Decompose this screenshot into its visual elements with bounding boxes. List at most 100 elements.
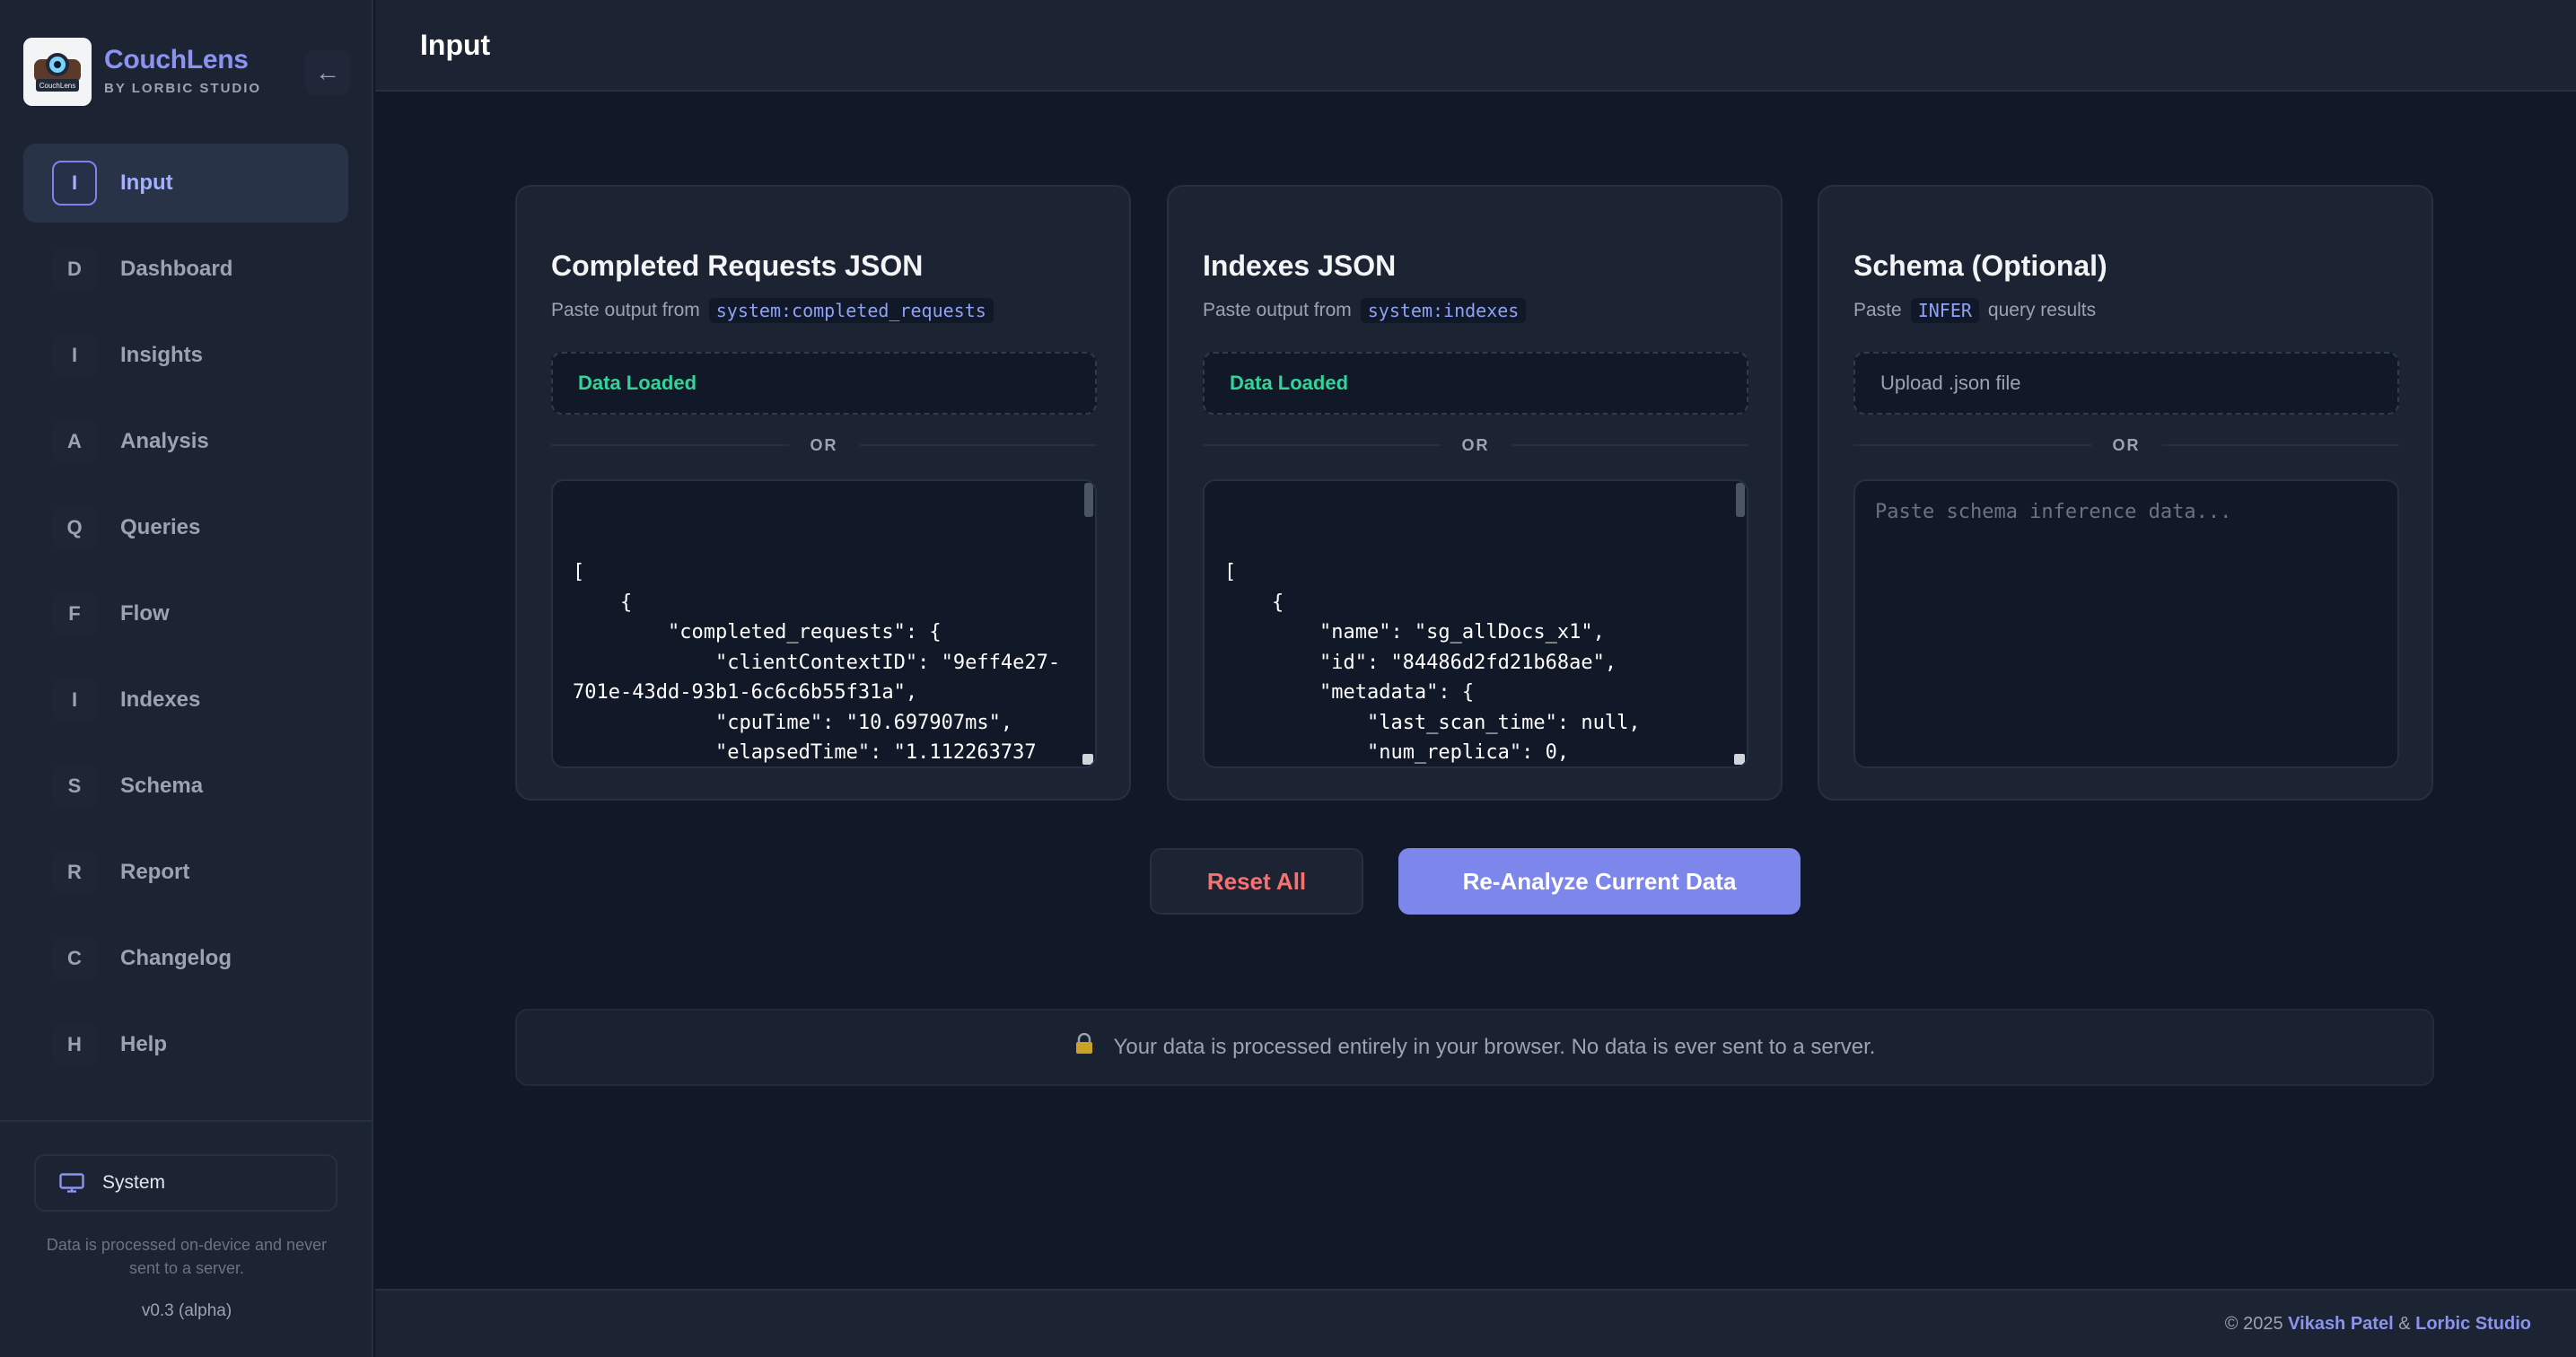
sidebar: CouchLens CouchLens BY LORBIC STUDIO ← I… bbox=[0, 0, 373, 1357]
app-name: CouchLens bbox=[104, 45, 249, 74]
divider-line bbox=[1853, 444, 2091, 446]
sidebar-item-dashboard[interactable]: D Dashboard bbox=[23, 230, 348, 309]
sidebar-item-label: Input bbox=[120, 171, 173, 195]
copyright-text: © 2025 bbox=[2224, 1314, 2283, 1334]
sidebar-item-badge: D bbox=[52, 247, 97, 292]
privacy-banner: Your data is processed entirely in your … bbox=[515, 1009, 2434, 1086]
source-code-chip: system:indexes bbox=[1360, 298, 1527, 323]
theme-label: System bbox=[102, 1172, 166, 1193]
studio-link[interactable]: Lorbic Studio bbox=[2415, 1314, 2531, 1334]
sidebar-item-insights[interactable]: I Insights bbox=[23, 316, 348, 395]
scrollbar-thumb[interactable] bbox=[1084, 483, 1093, 517]
collapse-sidebar-button[interactable]: ← bbox=[305, 50, 350, 95]
completed-requests-card: Completed Requests JSON Paste output fro… bbox=[515, 185, 1131, 801]
sidebar-item-queries[interactable]: Q Queries bbox=[23, 488, 348, 567]
sidebar-item-badge: A bbox=[52, 419, 97, 464]
arrow-left-icon: ← bbox=[315, 58, 340, 86]
sidebar-item-label: Help bbox=[120, 1032, 168, 1056]
author-link[interactable]: Vikash Patel bbox=[2288, 1314, 2393, 1334]
sidebar-item-label: Report bbox=[120, 860, 190, 884]
sidebar-item-label: Dashboard bbox=[120, 257, 233, 281]
lock-icon bbox=[1075, 1033, 1092, 1054]
sidebar-item-changelog[interactable]: C Changelog bbox=[23, 919, 348, 998]
sidebar-item-help[interactable]: H Help bbox=[23, 1005, 348, 1084]
resize-handle[interactable] bbox=[1082, 754, 1093, 765]
top-bar: Input bbox=[375, 0, 2576, 92]
card-subtitle: Paste INFER query results bbox=[1853, 298, 2096, 323]
card-subtitle: Paste output from system:indexes bbox=[1203, 298, 1527, 323]
sidebar-item-badge: Q bbox=[52, 505, 97, 550]
privacy-banner-text: Your data is processed entirely in your … bbox=[1113, 1035, 1876, 1059]
divider-line bbox=[1203, 444, 1441, 446]
sidebar-item-label: Flow bbox=[120, 601, 170, 626]
schema-card: Schema (Optional) Paste INFER query resu… bbox=[1818, 185, 2433, 801]
app-version: v0.3 (alpha) bbox=[141, 1301, 232, 1320]
indexes-textarea[interactable]: [ { "name": "sg_allDocs_x1", "id": "8448… bbox=[1203, 479, 1748, 768]
schema-upload-button[interactable]: Upload .json file bbox=[1853, 352, 2399, 415]
sidebar-item-flow[interactable]: F Flow bbox=[23, 574, 348, 653]
card-title: Completed Requests JSON bbox=[551, 250, 924, 282]
sidebar-item-badge: I bbox=[52, 678, 97, 722]
sidebar-item-indexes[interactable]: I Indexes bbox=[23, 661, 348, 740]
page-title: Input bbox=[420, 29, 491, 61]
footer: © 2025 Vikash Patel & Lorbic Studio bbox=[375, 1289, 2576, 1357]
app-subtitle: BY LORBIC STUDIO bbox=[104, 81, 262, 96]
footer-credits: © 2025 Vikash Patel & Lorbic Studio bbox=[2225, 1314, 2531, 1335]
card-subtitle-text: Paste output from bbox=[551, 300, 700, 320]
sidebar-item-badge: H bbox=[52, 1022, 97, 1067]
sidebar-item-label: Changelog bbox=[120, 946, 232, 970]
theme-selector[interactable]: System bbox=[34, 1154, 337, 1212]
sidebar-item-label: Queries bbox=[120, 515, 201, 539]
or-divider: OR bbox=[1203, 436, 1748, 454]
completed-requests-upload-zone[interactable]: Data Loaded bbox=[551, 352, 1097, 415]
sidebar-item-badge: F bbox=[52, 591, 97, 636]
sidebar-privacy-note: Data is processed on-device and never se… bbox=[46, 1236, 328, 1277]
divider-line bbox=[859, 444, 1097, 446]
sidebar-item-analysis[interactable]: A Analysis bbox=[23, 402, 348, 481]
divider-line bbox=[1511, 444, 1748, 446]
or-divider: OR bbox=[551, 436, 1097, 454]
divider-line bbox=[2161, 444, 2399, 446]
sidebar-item-label: Analysis bbox=[120, 429, 209, 453]
sidebar-item-label: Insights bbox=[120, 343, 204, 367]
completed-requests-textarea[interactable]: [ { "completed_requests": { "clientConte… bbox=[551, 479, 1097, 768]
sidebar-item-input[interactable]: I Input bbox=[23, 144, 348, 223]
footer-ampersand: & bbox=[2398, 1314, 2411, 1334]
card-title: Indexes JSON bbox=[1203, 250, 1397, 282]
app-logo-icon: CouchLens bbox=[23, 38, 92, 106]
sidebar-item-label: Indexes bbox=[120, 687, 201, 712]
sidebar-item-badge: I bbox=[52, 333, 97, 378]
indexes-upload-zone[interactable]: Data Loaded bbox=[1203, 352, 1748, 415]
schema-textarea[interactable] bbox=[1853, 479, 2399, 768]
brand: CouchLens CouchLens BY LORBIC STUDIO bbox=[23, 38, 350, 106]
sidebar-item-label: Schema bbox=[120, 774, 204, 798]
resize-handle[interactable] bbox=[1734, 754, 1745, 765]
sidebar-divider bbox=[0, 1120, 373, 1122]
scrollbar-thumb[interactable] bbox=[1736, 483, 1745, 517]
card-subtitle-text: Paste output from bbox=[1203, 300, 1352, 320]
sidebar-item-badge: R bbox=[52, 850, 97, 895]
sidebar-nav: I Input D Dashboard I Insights A Analysis Q Queri… bbox=[23, 144, 348, 1091]
or-label: OR bbox=[1461, 435, 1490, 454]
card-subtitle-text: Paste bbox=[1853, 300, 1902, 320]
source-code-chip: system:completed_requests bbox=[708, 298, 994, 323]
sidebar-item-schema[interactable]: S Schema bbox=[23, 747, 348, 826]
monitor-icon bbox=[59, 1173, 84, 1193]
sidebar-item-badge: C bbox=[52, 936, 97, 981]
sidebar-item-report[interactable]: R Report bbox=[23, 833, 348, 912]
or-divider: OR bbox=[1853, 436, 2399, 454]
sidebar-item-badge: S bbox=[52, 764, 97, 809]
svg-text:CouchLens: CouchLens bbox=[39, 82, 75, 90]
card-subtitle-suffix: query results bbox=[1987, 300, 2097, 320]
indexes-content: [ { "name": "sg_allDocs_x1", "id": "8448… bbox=[1224, 561, 1641, 764]
card-title: Schema (Optional) bbox=[1853, 250, 2107, 282]
reset-all-button[interactable]: Reset All bbox=[1150, 848, 1363, 915]
completed-requests-content: [ { "completed_requests": { "clientConte… bbox=[573, 561, 1061, 764]
indexes-card: Indexes JSON Paste output from system:in… bbox=[1167, 185, 1783, 801]
sidebar-item-badge: I bbox=[52, 161, 97, 206]
card-subtitle: Paste output from system:completed_reque… bbox=[551, 298, 994, 323]
or-label: OR bbox=[810, 435, 838, 454]
reanalyze-button[interactable]: Re-Analyze Current Data bbox=[1398, 848, 1801, 915]
or-label: OR bbox=[2112, 435, 2141, 454]
infer-code-chip: INFER bbox=[1910, 298, 1979, 323]
